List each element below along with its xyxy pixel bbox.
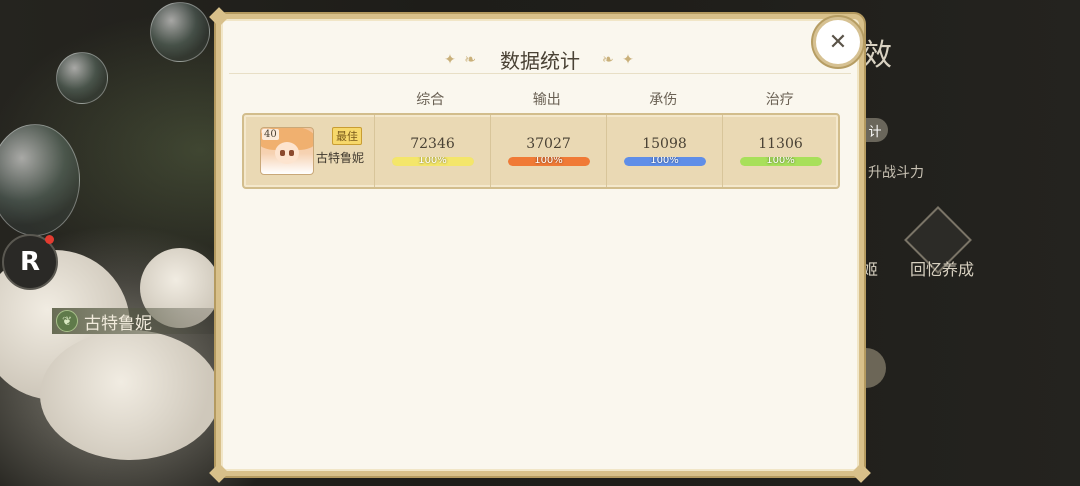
column-header-tank: 承伤: [649, 92, 678, 108]
header-divider: [229, 73, 851, 74]
background-text: 升战斗力: [868, 165, 924, 181]
stat-value: 15098: [642, 136, 687, 152]
modal-title: 数据统计: [500, 49, 580, 73]
stat-value: 37027: [526, 136, 571, 152]
column-headers: 综合 输出 承伤 治疗: [372, 89, 838, 109]
stat-percent: 100%: [650, 157, 679, 166]
avatar-eye: [289, 150, 294, 156]
title-ornament-right: ❧ ✦: [602, 51, 636, 68]
stat-percent: 100%: [766, 157, 795, 166]
side-tab: [862, 348, 886, 388]
stat-progress-bar: 100%: [507, 157, 590, 166]
sheep-decoration: [40, 330, 220, 460]
stat-cell-heal: 11306 100%: [723, 115, 838, 187]
background-title-fragment: 效: [862, 38, 892, 73]
stat-value: 72346: [410, 136, 455, 152]
player-stats-row[interactable]: 40 最佳 古特鲁妮 72346 100% 37027 100% 15098 1…: [242, 113, 840, 189]
r-label: R: [19, 247, 41, 277]
stat-cell-overall: 72346 100%: [375, 115, 491, 187]
bubble-decoration: [56, 52, 108, 104]
modal-header: ✦ ❧ 数据统计 ❧ ✦: [221, 45, 859, 74]
stat-progress-bar: 100%: [391, 157, 474, 166]
column-header-overall: 综合: [416, 92, 445, 108]
character-name: 古特鲁妮: [84, 313, 152, 334]
title-ornament-left: ✦ ❧: [444, 51, 478, 68]
character-avatar[interactable]: 40: [260, 127, 314, 175]
column-header-damage: 输出: [532, 92, 561, 108]
close-icon: ✕: [828, 29, 848, 55]
character-name-plate: ❦ 古特鲁妮: [52, 308, 216, 334]
background-right-panel: 效 计 升战斗力 姬 回忆养成: [862, 0, 1080, 486]
stat-progress-bar: 100%: [739, 157, 822, 166]
stat-cell-damage: 37027 100%: [491, 115, 607, 187]
stats-modal: ✦ ❧ 数据统计 ❧ ✦ ✕ 综合 输出 承伤 治疗 40 最佳 古特鲁妮 72…: [209, 7, 871, 483]
stat-value: 11306: [758, 136, 803, 152]
stat-percent: 100%: [418, 157, 447, 166]
notification-dot: [45, 235, 54, 244]
player-name: 古特鲁妮: [316, 151, 365, 165]
level-label: 40: [262, 129, 279, 140]
memory-growth-label: 回忆养成: [910, 260, 975, 279]
leaf-icon: ❦: [56, 310, 78, 332]
avatar-eye: [280, 150, 285, 156]
background-label-fragment: 姬: [862, 260, 879, 279]
player-info-cell: 40 最佳 古特鲁妮: [244, 115, 375, 187]
background-badge: 计: [862, 118, 888, 142]
bubble-decoration: [150, 2, 210, 62]
best-badge: 最佳: [332, 127, 362, 145]
close-button[interactable]: ✕: [813, 17, 863, 67]
avatar-face: [275, 142, 299, 164]
r-menu-button[interactable]: R: [2, 234, 58, 290]
stat-progress-bar: 100%: [623, 157, 706, 166]
column-header-heal: 治疗: [765, 92, 794, 108]
stat-percent: 100%: [534, 157, 563, 166]
stat-cell-tank: 15098 100%: [607, 115, 723, 187]
